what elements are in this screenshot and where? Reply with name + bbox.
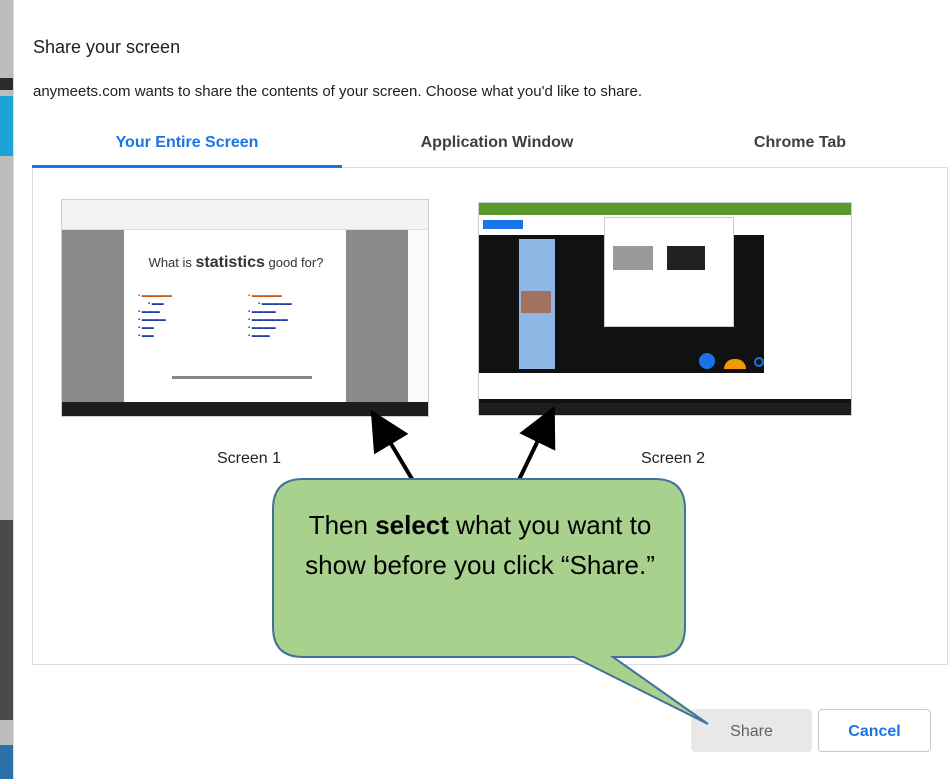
background-window-edge [0,0,13,779]
share-screen-dialog: Share your screen anymeets.com wants to … [13,0,948,779]
dialog-title: Share your screen [33,37,181,57]
share-button[interactable]: Share [691,709,812,752]
screen-2-label: Screen 2 [641,450,706,467]
dialog-subtitle: anymeets.com wants to share the contents… [33,83,643,100]
thumbnail-slide-title: What is statistics good for? [148,254,324,271]
cancel-button[interactable]: Cancel [818,709,931,752]
screen-2-thumbnail[interactable] [478,202,852,416]
video-face-icon [521,291,551,313]
callout-text: Then select what you want to show before… [305,510,655,580]
screen-1-label: Screen 1 [217,450,282,467]
thumbnail-taskbar [62,402,428,416]
gauge-icons [694,349,774,371]
tab-entire-screen[interactable]: Your Entire Screen [32,122,342,168]
source-tabs: Your Entire Screen Application Window Ch… [32,122,948,168]
screen-1-thumbnail[interactable]: What is statistics good for? ▪ ▬▬▬▬▬ ▪ ▬▬… [61,199,429,417]
screen-list-panel: What is statistics good for? ▪ ▬▬▬▬▬ ▪ ▬▬… [32,168,948,665]
nested-share-dialog-preview [604,217,734,327]
tab-chrome-tab[interactable]: Chrome Tab [652,122,948,168]
thumbnail-toolbar [62,200,428,230]
tab-application-window[interactable]: Application Window [342,122,652,168]
